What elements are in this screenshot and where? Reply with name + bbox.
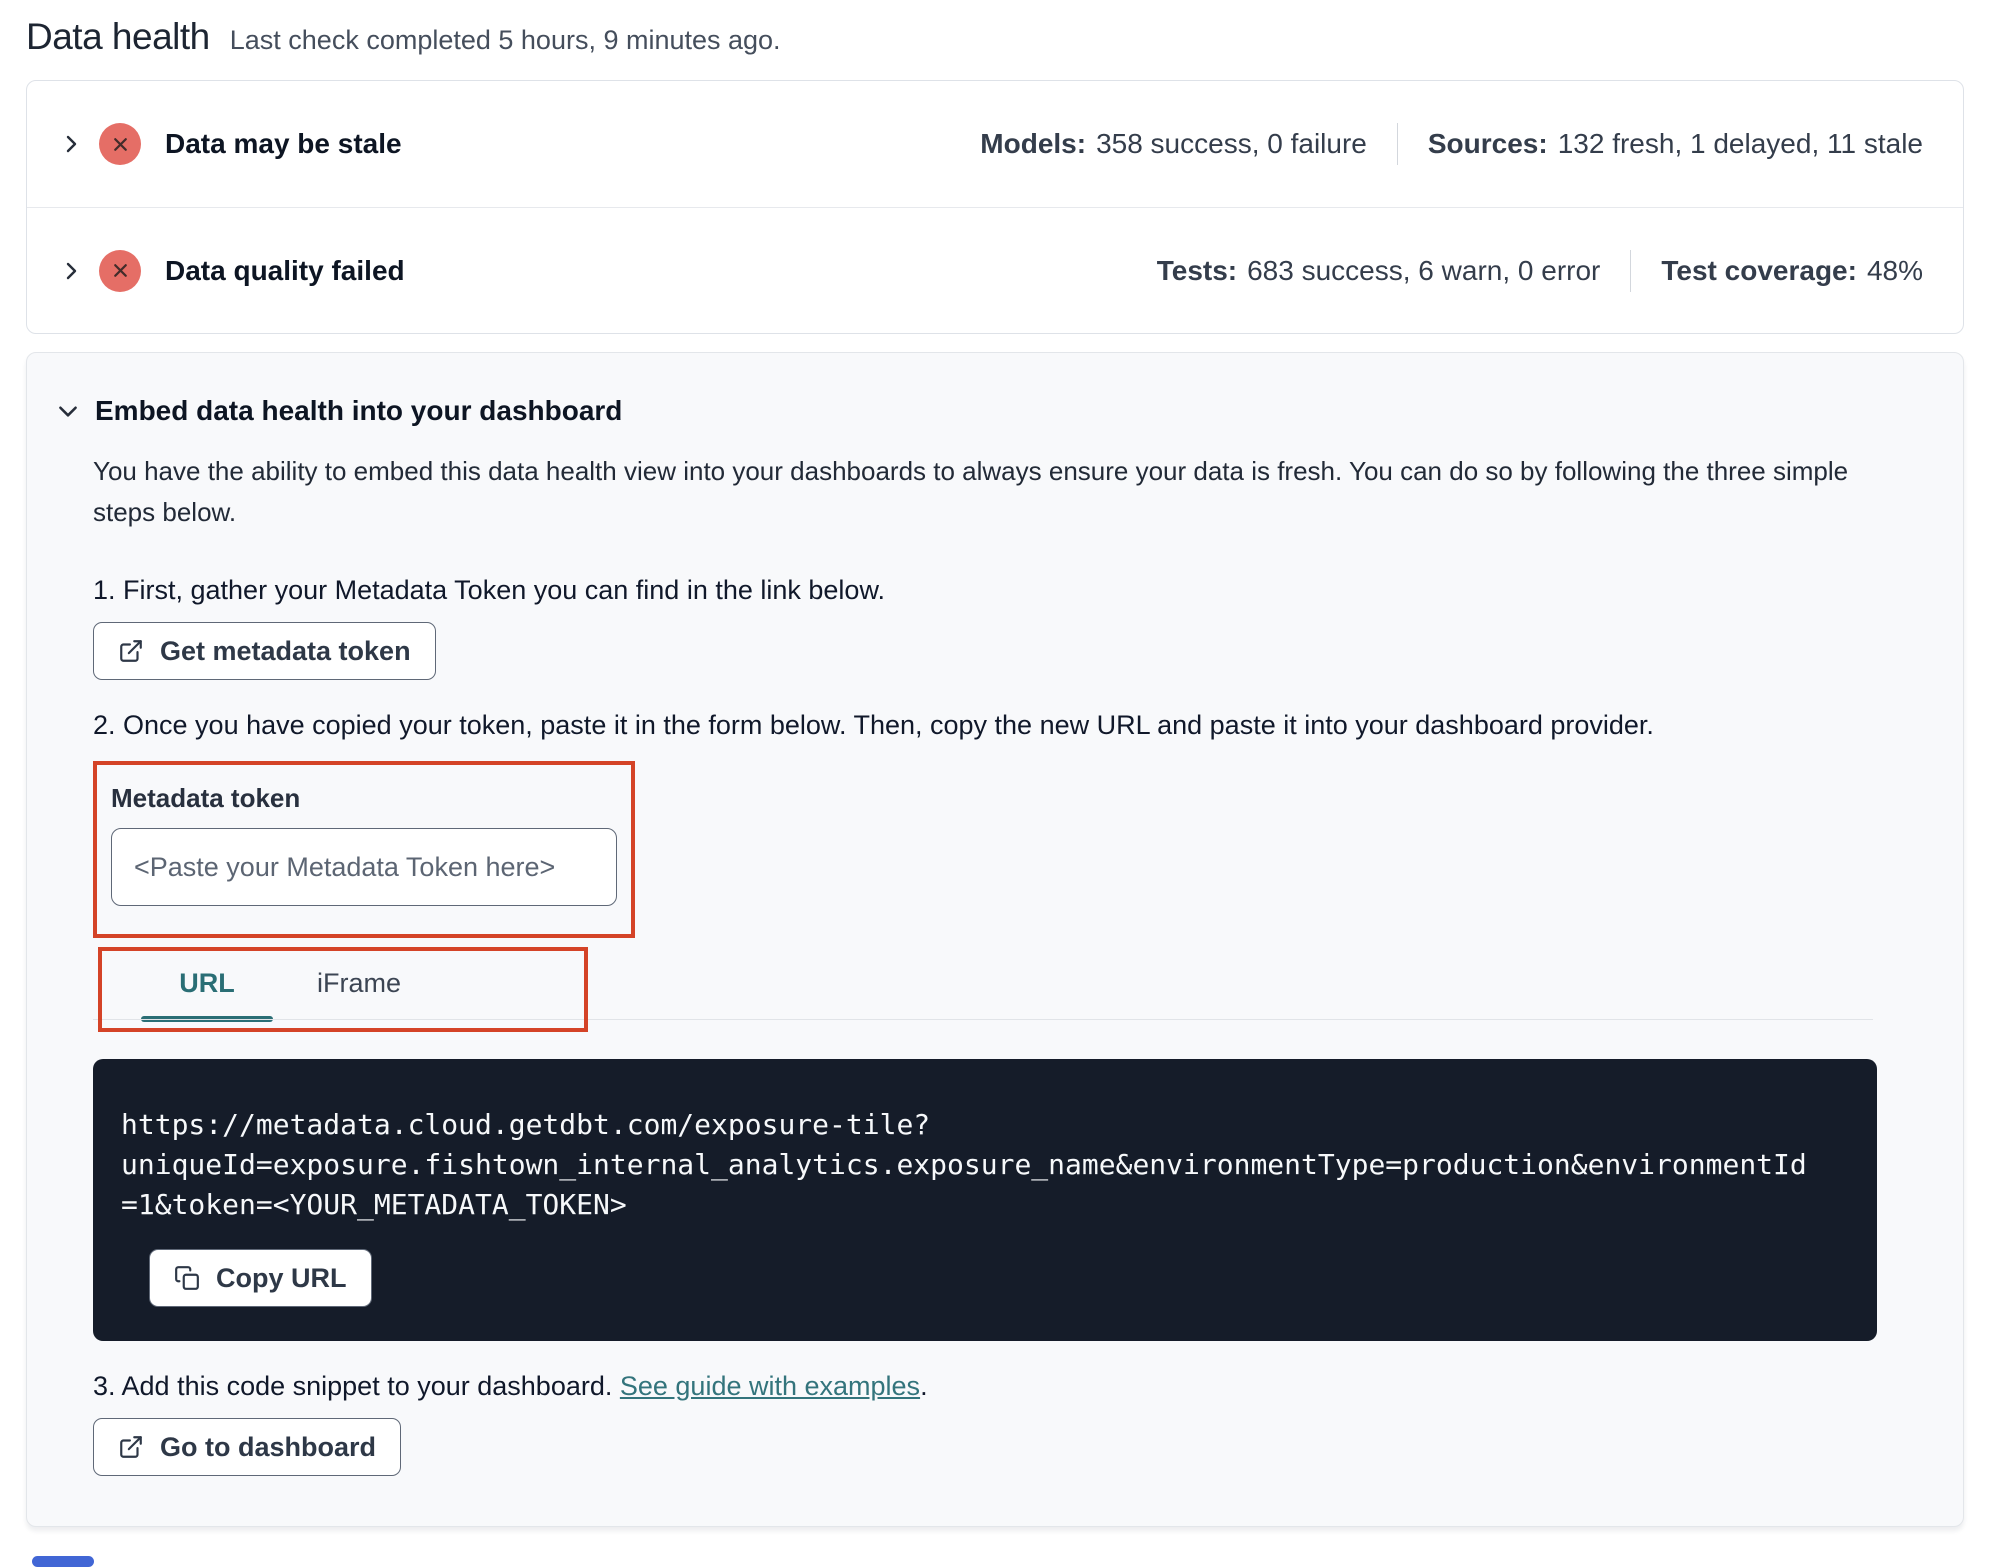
- sources-stat-label: Sources:: [1427, 128, 1548, 159]
- copy-url-button[interactable]: Copy URL: [149, 1249, 372, 1307]
- page-header: Data health Last check completed 5 hours…: [0, 0, 1990, 58]
- embed-url-code-block: https://metadata.cloud.getdbt.com/exposu…: [93, 1059, 1877, 1341]
- go-to-dashboard-button[interactable]: Go to dashboard: [93, 1418, 401, 1476]
- get-metadata-token-button[interactable]: Get metadata token: [93, 622, 436, 680]
- tab-bar-divider: [93, 1019, 1873, 1020]
- page-title: Data health: [26, 16, 210, 57]
- status-row-stale-data[interactable]: Data may be stale Models: 358 success, 0 …: [27, 81, 1963, 207]
- stat-divider: [1396, 123, 1398, 165]
- models-stat-value: 358 success, 0 failure: [1096, 128, 1367, 159]
- step-3-prefix: 3. Add this code snippet to your dashboa…: [93, 1371, 613, 1401]
- test-coverage-stat: Test coverage: 48%: [1661, 255, 1923, 287]
- tests-stat-label: Tests:: [1156, 254, 1238, 286]
- get-metadata-token-label: Get metadata token: [160, 635, 411, 666]
- embed-section-header[interactable]: Embed data health into your dashboard: [55, 395, 1873, 427]
- sources-stat-value: 132 fresh, 1 delayed, 11 stale: [1557, 128, 1923, 159]
- external-link-icon: [120, 640, 142, 662]
- sources-stat: Sources: 132 fresh, 1 delayed, 11 stale: [1428, 128, 1923, 160]
- token-form-annotation-outline: Metadata token: [93, 761, 635, 938]
- stat-divider: [1630, 249, 1632, 292]
- test-coverage-stat-label: Test coverage:: [1661, 254, 1857, 286]
- status-row-title: Data may be stale: [165, 128, 402, 159]
- status-row-title: Data quality failed: [165, 254, 405, 286]
- step-1-text: 1. First, gather your Metadata Token you…: [93, 575, 885, 605]
- see-guide-link[interactable]: See guide with examples: [620, 1371, 920, 1401]
- copy-icon: [175, 1266, 199, 1290]
- error-status-icon: [99, 123, 141, 165]
- tests-stat-value: 683 success, 6 warn, 0 error: [1247, 254, 1601, 286]
- output-format-tabs-region: URL iFrame: [93, 947, 1873, 1035]
- test-coverage-stat-value: 48%: [1866, 254, 1923, 286]
- models-stat-label: Models:: [980, 128, 1087, 159]
- status-row-stats: Models: 358 success, 0 failure Sources: 13…: [980, 123, 1923, 165]
- metadata-token-label: Metadata token: [111, 783, 301, 813]
- last-check-status: Last check completed 5 hours, 9 minutes …: [229, 25, 781, 55]
- embed-url-text: https://metadata.cloud.getdbt.com/exposu…: [121, 1108, 1807, 1221]
- tab-list: URL iFrame: [93, 947, 1873, 1022]
- metadata-token-input[interactable]: [111, 828, 617, 906]
- step-3-text: 3. Add this code snippet to your dashboa…: [93, 1371, 1873, 1402]
- chevron-right-icon[interactable]: [59, 259, 83, 283]
- status-row-stats: Tests: 683 success, 6 warn, 0 error Test …: [1157, 249, 1923, 292]
- x-icon: [113, 264, 127, 277]
- embed-section-card: Embed data health into your dashboard Yo…: [26, 352, 1964, 1527]
- external-link-icon: [120, 1436, 142, 1458]
- step-2-text: 2. Once you have copied your token, past…: [93, 710, 1654, 740]
- models-stat: Models: 358 success, 0 failure: [980, 128, 1367, 160]
- x-icon: [113, 137, 127, 151]
- tab-url[interactable]: URL: [131, 947, 283, 1022]
- embed-section-title: Embed data health into your dashboard: [95, 395, 623, 426]
- chevron-down-icon[interactable]: [55, 398, 81, 424]
- error-status-icon: [99, 249, 141, 292]
- copy-url-label: Copy URL: [216, 1262, 347, 1293]
- data-health-status-card: Data may be stale Models: 358 success, 0 …: [26, 80, 1964, 334]
- chevron-right-icon[interactable]: [59, 132, 83, 156]
- status-row-data-quality[interactable]: Data quality failed Tests: 683 success, 6…: [27, 207, 1963, 333]
- tests-stat: Tests: 683 success, 6 warn, 0 error: [1157, 255, 1601, 287]
- horizontal-scrollbar-thumb[interactable]: [32, 1556, 94, 1567]
- step-3-suffix: .: [920, 1371, 928, 1401]
- tab-iframe[interactable]: iFrame: [283, 947, 435, 1019]
- go-to-dashboard-label: Go to dashboard: [160, 1431, 376, 1462]
- embed-description: You have the ability to embed this data …: [93, 456, 1849, 527]
